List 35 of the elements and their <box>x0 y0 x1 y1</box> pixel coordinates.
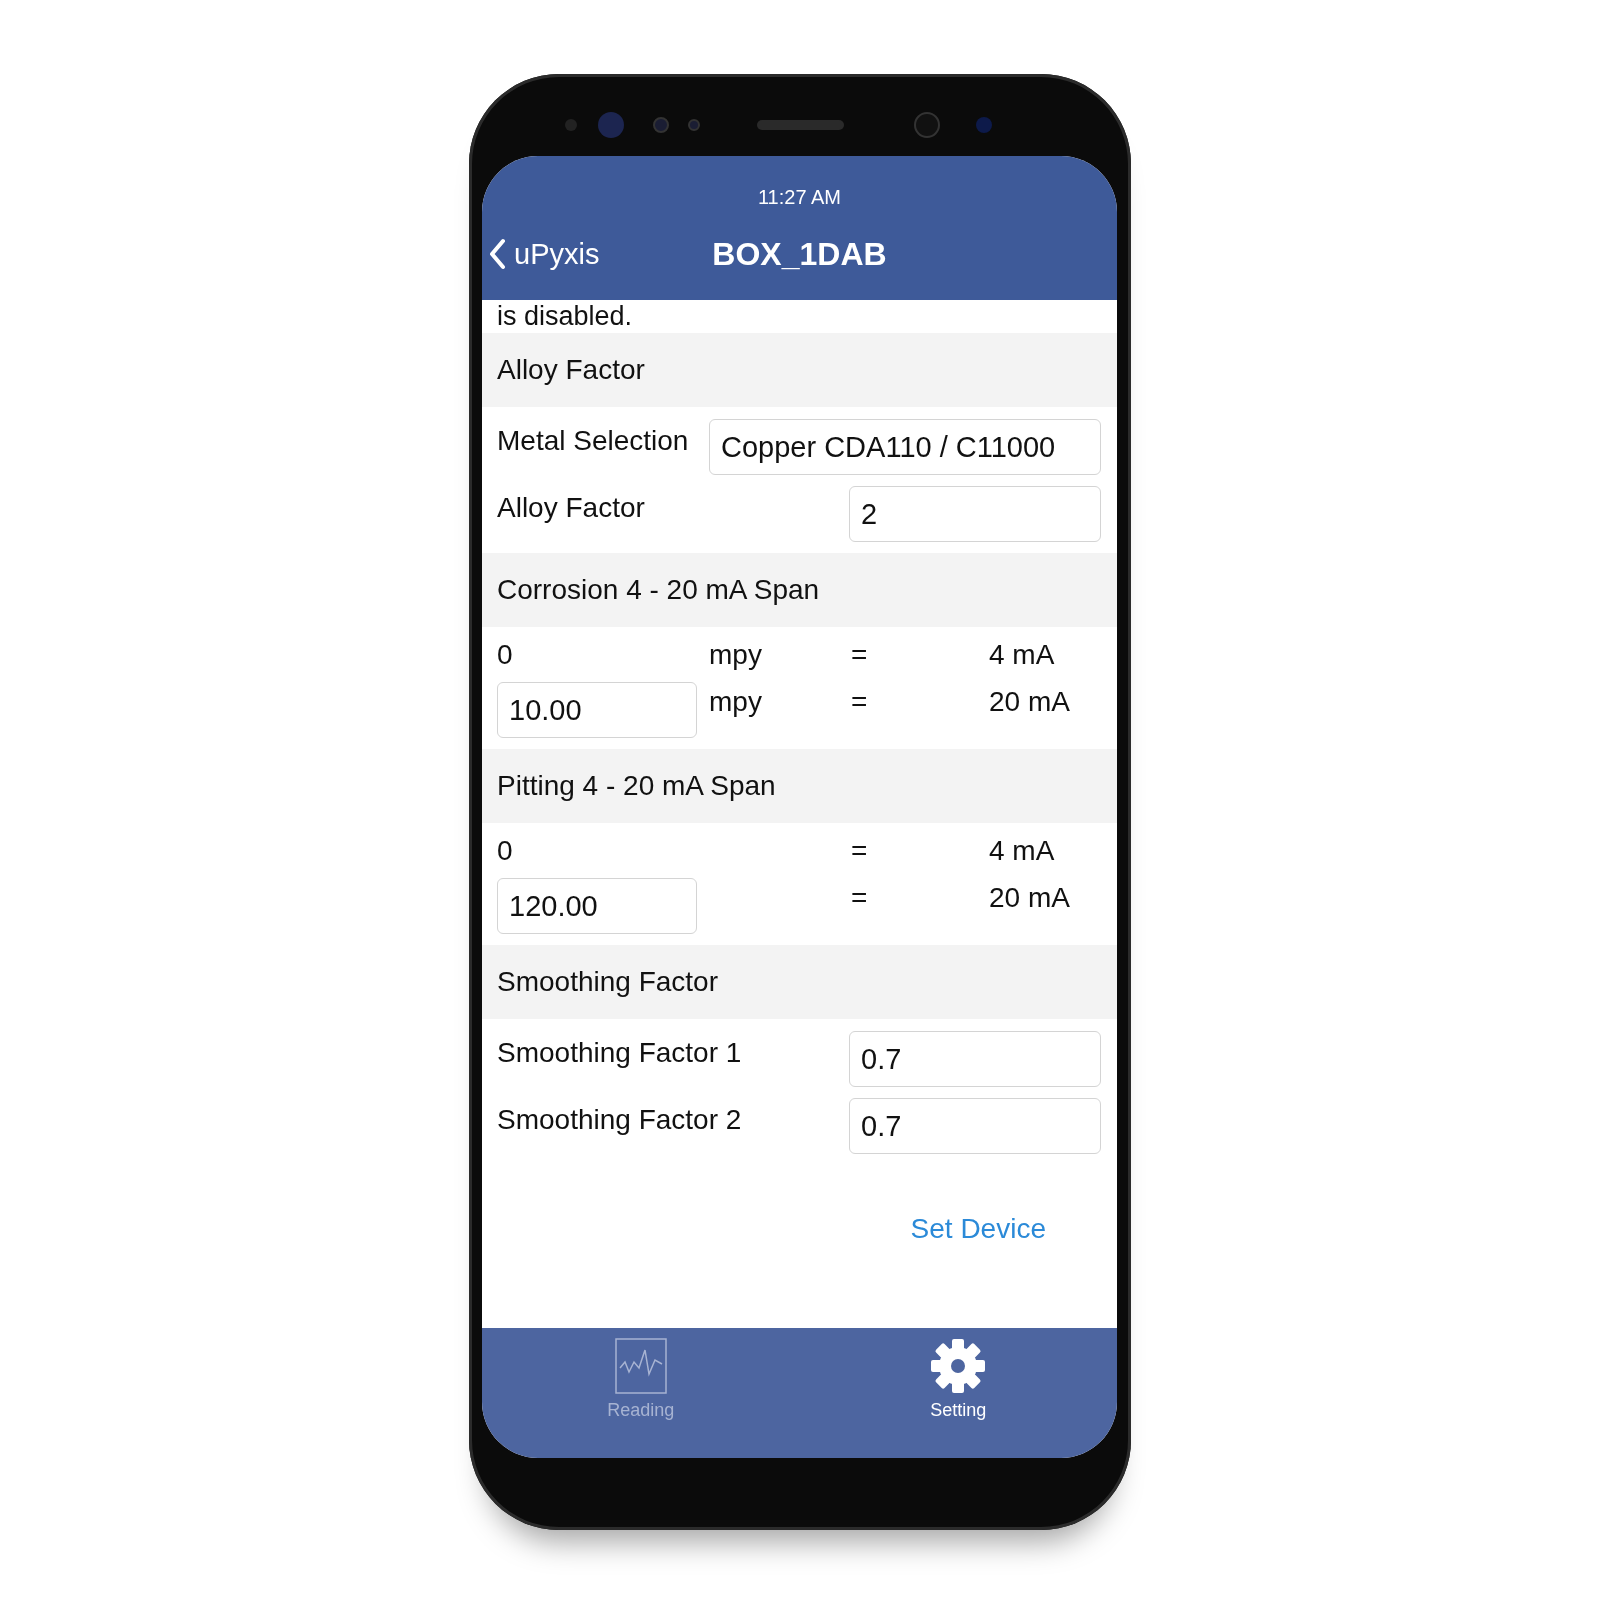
unit-label: mpy <box>709 638 762 672</box>
field-label: Smoothing Factor 2 <box>497 1103 742 1136</box>
back-chevron-icon <box>488 238 506 270</box>
output-value: 4 mA <box>989 834 1055 868</box>
unit-label: mpy <box>709 685 762 719</box>
output-value: 20 mA <box>989 685 1070 719</box>
field-label: Alloy Factor <box>497 491 645 524</box>
output-value: 20 mA <box>989 881 1070 915</box>
input-field[interactable]: 0.7 <box>849 1031 1101 1087</box>
description-text: is disabled. <box>497 300 633 332</box>
equals-sign: = <box>851 881 868 915</box>
equals-sign: = <box>851 834 868 868</box>
input-field[interactable]: 0.7 <box>849 1098 1101 1154</box>
input-field[interactable]: Copper CDA110 / C11000 <box>709 419 1101 475</box>
input-field[interactable]: 120.00 <box>497 878 697 934</box>
span-value: 0 <box>497 834 513 868</box>
tab[interactable]: Setting <box>799 1328 1117 1458</box>
back-link[interactable]: uPyxis <box>488 237 600 271</box>
input-field[interactable]: 10.00 <box>497 682 697 738</box>
chart-icon <box>614 1338 667 1394</box>
screen-title: BOX_1DAB <box>712 234 887 274</box>
settings-icon <box>930 1338 987 1394</box>
equals-sign: = <box>851 685 868 719</box>
section-title: Smoothing Factor <box>497 966 718 998</box>
section-title: Alloy Factor <box>497 354 645 386</box>
field-label: Metal Selection <box>497 424 689 457</box>
span-value: 0 <box>497 638 513 672</box>
output-value: 4 mA <box>989 638 1055 672</box>
status-time: 11:27 AM <box>757 185 842 210</box>
field-label: Smoothing Factor 1 <box>497 1036 742 1069</box>
input-field[interactable]: 2 <box>849 486 1101 542</box>
equals-sign: = <box>851 638 868 672</box>
section-title: Pitting 4 - 20 mA Span <box>497 770 776 802</box>
section-title: Corrosion 4 - 20 mA Span <box>497 574 820 606</box>
set-device-button[interactable]: Set Device <box>910 1213 1046 1245</box>
